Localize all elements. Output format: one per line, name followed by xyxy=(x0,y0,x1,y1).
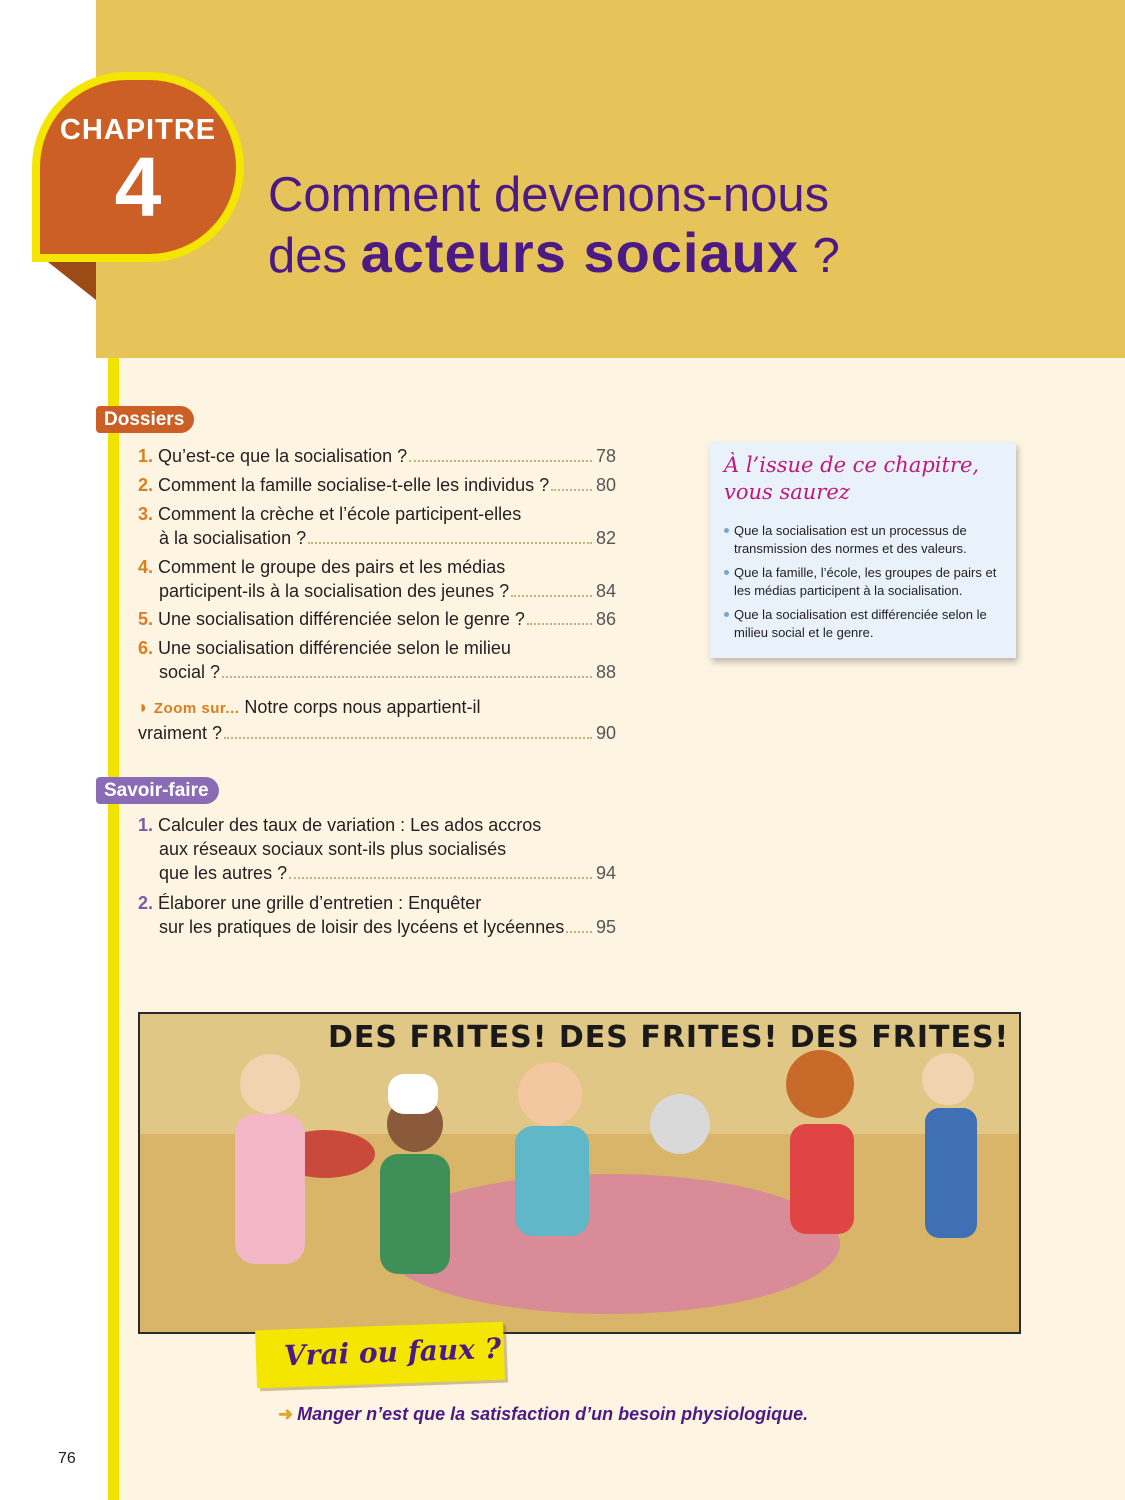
vrai-ou-faux-label: Vrai ou faux ? xyxy=(283,1331,502,1373)
toc-text: Comment la crèche et l’école participent… xyxy=(158,504,522,524)
toc-text-continued: participent-ils à la socialisation des j… xyxy=(159,581,510,601)
toc-text-continued: vraiment ? xyxy=(138,723,223,743)
toc-number: 6. xyxy=(138,638,154,658)
dossiers-tag: Dossiers xyxy=(96,406,195,433)
toc-entry-dossier-1[interactable]: 1. Qu’est-ce que la socialisation ? 78 xyxy=(138,444,616,468)
toc-entry-dossier-6[interactable]: 6. Une socialisation différenciée selon … xyxy=(138,636,616,684)
toc-text: Élaborer une grille d’entretien : Enquêt… xyxy=(158,893,482,913)
figure-blonde xyxy=(518,1062,582,1126)
vrai-ou-faux-statement: ➜ Manger n’est que la satisfaction d’un b… xyxy=(278,1404,808,1425)
toc-text-continued: social ? xyxy=(159,662,221,682)
toc-number: 4. xyxy=(138,557,154,577)
chapter-badge-fold xyxy=(48,262,96,300)
toc-number: 1. xyxy=(138,446,154,466)
toc-page: 88 xyxy=(595,662,616,682)
toc-number: 2. xyxy=(138,475,154,495)
savoir-faire-tag: Savoir-faire xyxy=(96,777,219,804)
toc-entry-dossier-2[interactable]: 2. Comment la famille socialise-t-elle l… xyxy=(138,473,616,497)
toc-text: Calculer des taux de variation : Les ado… xyxy=(158,815,542,835)
comic-caption: DES FRITES! DES FRITES! DES FRITES! xyxy=(328,1020,1010,1055)
toc-page: 94 xyxy=(595,863,616,883)
figure-boy xyxy=(922,1053,974,1105)
toc-page: 95 xyxy=(595,917,616,937)
toc-number: 1. xyxy=(138,815,154,835)
objectives-list: Que la socialisation est un processus de… xyxy=(724,522,1008,648)
margin-rule xyxy=(108,358,119,1500)
toc-text: Une socialisation différenciée selon le … xyxy=(158,638,511,658)
toc-number: 5. xyxy=(138,609,154,629)
toc-text-continued: à la socialisation ? xyxy=(159,528,307,548)
figure-cook xyxy=(240,1054,300,1114)
toc-page: 78 xyxy=(595,446,616,466)
objective-item: Que la famille, l’école, les groupes de … xyxy=(724,564,1008,600)
toc-entry-dossier-5[interactable]: 5. Une socialisation différenciée selon … xyxy=(138,607,616,631)
toc-text-continued: que les autres ? xyxy=(159,863,288,883)
toc-page: 80 xyxy=(595,475,616,495)
zoom-marker-icon: ◗ xyxy=(138,697,149,717)
toc-text-continued: sur les pratiques de loisir des lycéens … xyxy=(159,917,565,937)
toc-text-continued: aux réseaux sociaux sont-ils plus social… xyxy=(159,839,507,859)
toc-page: 90 xyxy=(595,723,616,743)
toc-entry-savoir-faire-1[interactable]: 1. Calculer des taux de variation : Les … xyxy=(138,813,616,885)
page-number: 76 xyxy=(58,1450,76,1467)
vrai-ou-faux-card: Vrai ou faux ? xyxy=(255,1321,505,1389)
objectives-title: À l’issue de ce chapitre, vous saurez xyxy=(724,452,979,506)
toc-text: Comment le groupe des pairs et les média… xyxy=(158,557,506,577)
toc-entry-savoir-faire-2[interactable]: 2. Élaborer une grille d’entretien : Enq… xyxy=(138,891,616,939)
title-post: ? xyxy=(812,229,840,283)
arrow-right-icon: ➜ xyxy=(278,1404,294,1424)
figure-redhead xyxy=(786,1050,854,1118)
learning-objectives-card: À l’issue de ce chapitre, vous saurez Qu… xyxy=(710,442,1016,658)
objectives-title-line-1: À l’issue de ce chapitre, xyxy=(724,453,980,477)
title-bold: acteurs sociaux xyxy=(360,221,799,284)
toc-page: 82 xyxy=(595,528,616,548)
comic-illustration: DES FRITES! DES FRITES! DES FRITES! xyxy=(138,1012,1021,1334)
title-line-1: Comment devenons-nous xyxy=(268,168,830,222)
toc-text: Comment la famille socialise-t-elle les … xyxy=(158,475,550,495)
toc-entry-dossier-4[interactable]: 4. Comment le groupe des pairs et les mé… xyxy=(138,555,616,603)
toc-text: Qu’est-ce que la socialisation ? xyxy=(158,446,408,466)
chapter-number: 4 xyxy=(114,140,162,234)
title-pre: des xyxy=(268,229,348,283)
objectives-title-line-2: vous saurez xyxy=(724,480,850,504)
toc-page: 86 xyxy=(595,609,616,629)
toc-text: Une socialisation différenciée selon le … xyxy=(158,609,525,629)
toc-page: 84 xyxy=(595,581,616,601)
statement-text: Manger n’est que la satisfaction d’un be… xyxy=(297,1404,809,1424)
zoom-label: Zoom sur... xyxy=(153,700,240,717)
comic-scene xyxy=(140,1014,1019,1332)
toc-entry-zoom[interactable]: ◗ Zoom sur... Notre corps nous appartien… xyxy=(138,695,616,745)
toc-text: Notre corps nous appartient-il xyxy=(244,697,481,717)
objective-item: Que la socialisation est différenciée se… xyxy=(724,606,1008,642)
toc-number: 2. xyxy=(138,893,154,913)
chapter-title: Comment devenons-nous des acteurs sociau… xyxy=(268,166,840,285)
figure-elder xyxy=(650,1094,710,1154)
toc-number: 3. xyxy=(138,504,154,524)
title-line-2: des acteurs sociaux ? xyxy=(268,224,840,285)
objective-item: Que la socialisation est un processus de… xyxy=(724,522,1008,558)
toc-entry-dossier-3[interactable]: 3. Comment la crèche et l’école particip… xyxy=(138,502,616,550)
chapter-badge: CHAPITRE 4 xyxy=(32,72,244,262)
